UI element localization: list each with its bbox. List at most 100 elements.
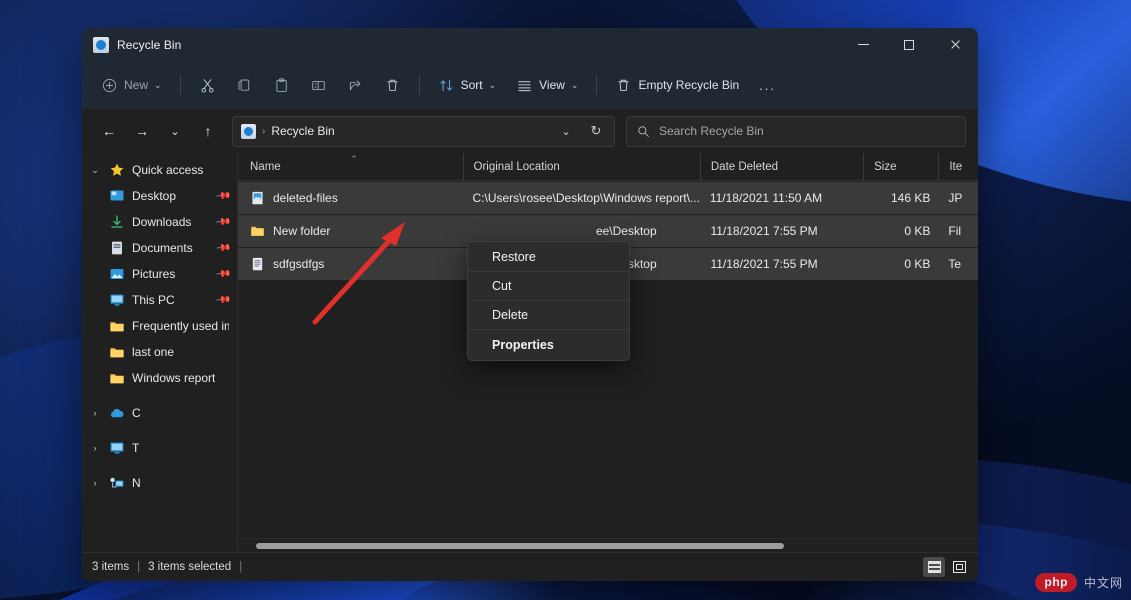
watermark-badge: php: [1035, 573, 1077, 592]
scissors-icon: [199, 77, 216, 94]
large-icons-view-icon: [953, 561, 966, 573]
sort-ascending-icon: ⌃: [350, 154, 358, 165]
copy-button[interactable]: [227, 69, 262, 101]
sidebar-item-frequently-used-images[interactable]: Frequently used ima: [82, 313, 237, 339]
table-row[interactable]: deleted-files C:\Users\rosee\Desktop\Win…: [238, 182, 978, 214]
context-menu-item-restore[interactable]: Restore: [468, 243, 629, 272]
share-button[interactable]: [338, 69, 373, 101]
sidebar-item-desktop[interactable]: Desktop 📌: [82, 183, 237, 209]
title-bar-left: Recycle Bin: [82, 37, 840, 53]
empty-recycle-bin-button[interactable]: Empty Recycle Bin: [606, 69, 748, 101]
view-toggle-group: [923, 557, 970, 577]
context-menu-item-label: Properties: [492, 338, 554, 352]
cell-name: sdfgsdfgs: [238, 256, 462, 272]
folder-icon: [250, 223, 265, 239]
sort-button[interactable]: Sort ⌄: [429, 69, 506, 101]
cell-item-type: JP: [938, 191, 978, 205]
cell-name: deleted-files: [238, 190, 463, 206]
new-button[interactable]: New ⌄: [92, 69, 171, 101]
cell-date-deleted: 11/18/2021 7:55 PM: [700, 257, 863, 271]
chevron-right-icon[interactable]: ›: [88, 478, 102, 488]
column-header-item-type[interactable]: Ite: [938, 153, 978, 181]
sidebar-item-pictures[interactable]: Pictures 📌: [82, 261, 237, 287]
up-button[interactable]: ↑: [193, 116, 223, 146]
pin-icon: 📌: [214, 240, 231, 256]
sidebar-item-network[interactable]: › N: [82, 470, 237, 496]
pin-icon: 📌: [214, 214, 231, 230]
search-icon: [637, 125, 650, 138]
download-icon: [109, 214, 125, 230]
delete-button[interactable]: [375, 69, 410, 101]
sidebar-item-label: T: [132, 441, 139, 455]
column-header-size[interactable]: Size: [863, 153, 938, 181]
star-icon: [109, 162, 125, 178]
column-header-original-location[interactable]: Original Location: [463, 153, 700, 181]
forward-button[interactable]: →: [127, 116, 157, 146]
folder-icon: [109, 344, 125, 360]
maximize-button[interactable]: [886, 28, 932, 61]
ellipsis-icon: ...: [759, 78, 776, 93]
recent-locations-button[interactable]: ⌄: [160, 116, 190, 146]
large-icons-view-button[interactable]: [948, 557, 970, 577]
column-header-label: Size: [874, 161, 896, 173]
context-menu-item-cut[interactable]: Cut: [468, 272, 629, 301]
cut-button[interactable]: [190, 69, 225, 101]
file-name: sdfgsdfgs: [273, 257, 324, 271]
sidebar-item-documents[interactable]: Documents 📌: [82, 235, 237, 261]
details-view-icon: [928, 561, 941, 573]
cloud-icon: [109, 405, 125, 421]
sidebar-item-last-one[interactable]: last one: [82, 339, 237, 365]
sidebar-quick-access-label: Quick access: [132, 163, 203, 177]
back-button[interactable]: ←: [94, 116, 124, 146]
sidebar-item-label: Windows report: [132, 371, 215, 385]
horizontal-scrollbar[interactable]: [238, 538, 978, 552]
view-button[interactable]: View ⌄: [507, 69, 587, 101]
text-file-icon: [250, 256, 265, 272]
details-view-button[interactable]: [923, 557, 945, 577]
address-dropdown-button[interactable]: ⌄: [554, 119, 578, 143]
sidebar-item-windows-report[interactable]: Windows report: [82, 365, 237, 391]
paste-icon: [273, 77, 290, 94]
more-options-button[interactable]: ...: [750, 69, 785, 101]
paste-button[interactable]: [264, 69, 299, 101]
monitor-icon: [109, 292, 125, 308]
pin-icon: 📌: [214, 266, 231, 282]
column-header-label: Date Deleted: [711, 161, 778, 173]
scrollbar-thumb[interactable]: [256, 543, 784, 549]
maximize-icon: [904, 40, 914, 50]
context-menu-item-properties[interactable]: Properties: [468, 330, 629, 359]
minimize-button[interactable]: [840, 28, 886, 61]
monitor-icon: [109, 440, 125, 456]
navigation-bar: ← → ⌄ ↑ › Recycle Bin ⌄ ↻ Search Recycle…: [82, 109, 978, 153]
arrow-left-icon: ←: [102, 123, 116, 139]
sidebar-item-downloads[interactable]: Downloads 📌: [82, 209, 237, 235]
image-file-icon: [250, 190, 265, 206]
sidebar-item-label: Frequently used ima: [132, 319, 229, 333]
column-header-date-deleted[interactable]: Date Deleted: [700, 153, 863, 181]
refresh-button[interactable]: ↻: [584, 119, 608, 143]
chevron-right-icon[interactable]: ›: [88, 443, 102, 453]
close-button[interactable]: [932, 28, 978, 61]
navigation-pane: ⌄ Quick access Desktop 📌 Dow: [82, 153, 238, 552]
selected-count: 3 items selected: [148, 561, 231, 573]
column-header-name[interactable]: Name ⌃: [238, 153, 463, 181]
sidebar-item-onedrive[interactable]: › C: [82, 400, 237, 426]
search-box[interactable]: Search Recycle Bin: [626, 116, 966, 147]
share-icon: [347, 77, 364, 94]
toolbar-separator-1: [180, 75, 181, 95]
chevron-down-icon[interactable]: ⌄: [88, 165, 102, 176]
context-menu-item-delete[interactable]: Delete: [468, 301, 629, 330]
breadcrumb-recycle-bin[interactable]: Recycle Bin: [271, 124, 334, 138]
chevron-right-icon[interactable]: ›: [88, 408, 102, 418]
address-bar[interactable]: › Recycle Bin ⌄ ↻: [232, 116, 615, 147]
column-header-label: Ite: [949, 161, 962, 173]
sidebar-item-this-pc[interactable]: This PC 📌: [82, 287, 237, 313]
column-header-label: Original Location: [474, 161, 560, 173]
cell-size: 0 KB: [863, 257, 938, 271]
command-toolbar: New ⌄: [82, 61, 978, 109]
search-input[interactable]: Search Recycle Bin: [659, 124, 764, 138]
sidebar-item-this-pc-tree[interactable]: › T: [82, 435, 237, 461]
sidebar-item-quick-access[interactable]: ⌄ Quick access: [82, 157, 237, 183]
sidebar-item-label: Documents: [132, 241, 193, 255]
rename-button[interactable]: [301, 69, 336, 101]
